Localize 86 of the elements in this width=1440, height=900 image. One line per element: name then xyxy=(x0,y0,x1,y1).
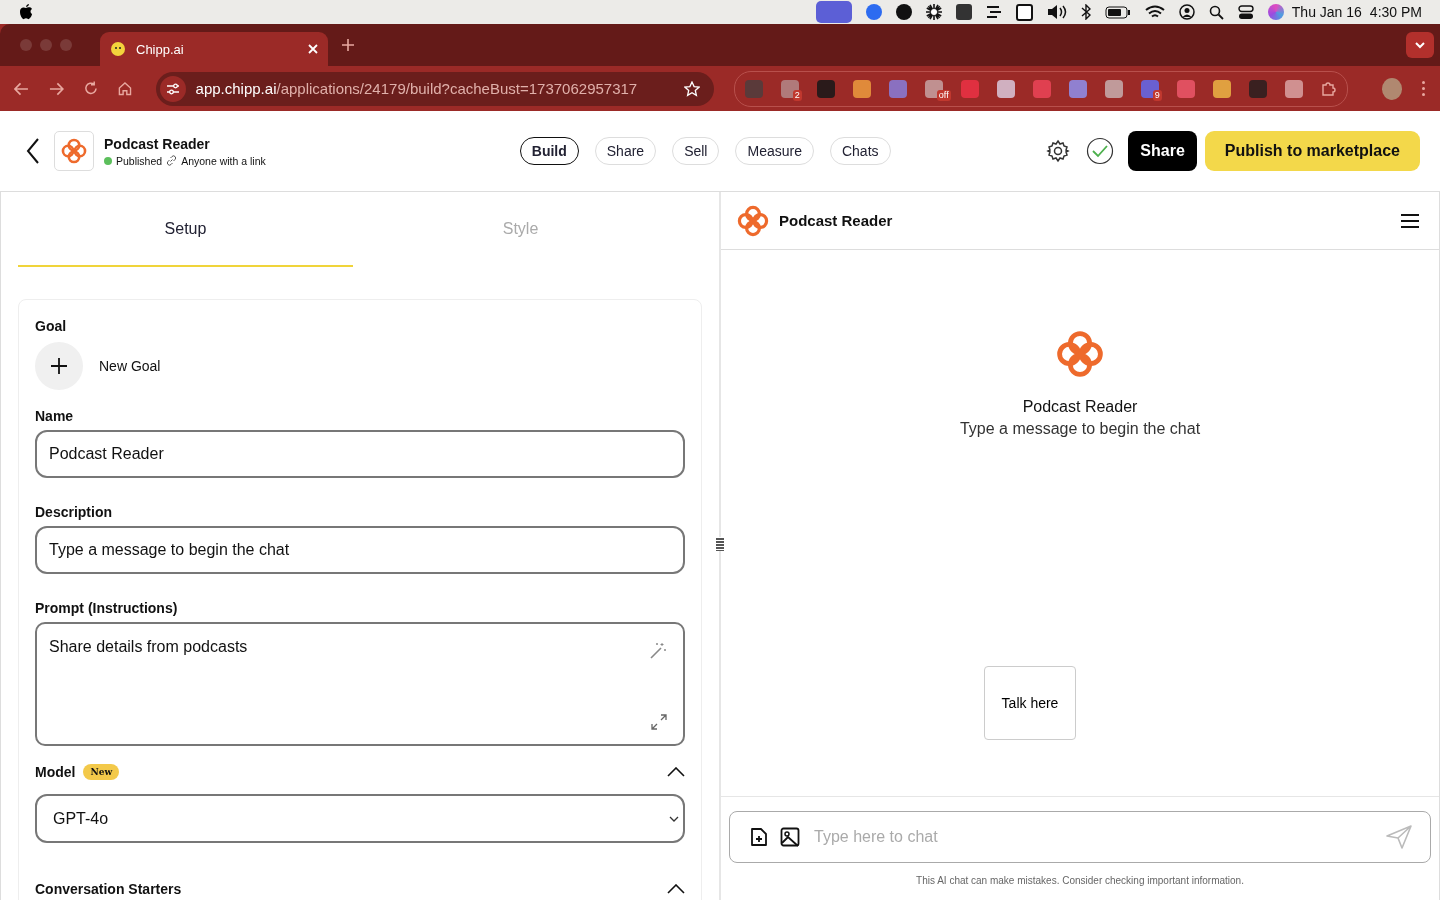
settings-icon[interactable] xyxy=(1046,139,1071,163)
setup-style-tab[interactable]: Setup xyxy=(18,192,353,267)
battery-icon[interactable] xyxy=(1104,5,1131,19)
field-label: Description xyxy=(35,504,112,520)
menu-bar-time[interactable]: 4:30 PM xyxy=(1369,4,1422,20)
sparkle-icon[interactable] xyxy=(925,4,942,20)
chevron-down-icon[interactable] xyxy=(1414,41,1426,49)
search-icon[interactable] xyxy=(1208,4,1224,20)
more-menu-icon[interactable] xyxy=(1422,81,1426,96)
address-bar[interactable]: app.chipp.ai/applications/24179/build?cacheBust=1737062957317 xyxy=(155,71,714,106)
checkmark-circle-icon[interactable] xyxy=(1086,137,1115,165)
volume-icon[interactable] xyxy=(1046,4,1067,20)
extension-badge: off xyxy=(936,89,951,101)
resize-handle[interactable] xyxy=(716,537,724,551)
chat-title: Podcast Reader xyxy=(779,212,893,229)
field-label: Name xyxy=(35,408,74,424)
field-label: Goal xyxy=(35,318,68,334)
chat-composer[interactable]: Type here to chat xyxy=(729,811,1431,863)
plus-icon[interactable] xyxy=(50,357,68,375)
collapse-chevron-icon[interactable] xyxy=(667,767,685,777)
site-settings-icon[interactable] xyxy=(159,75,186,102)
welcome-title: Podcast Reader xyxy=(1022,398,1138,416)
add-goal-button[interactable] xyxy=(35,342,83,390)
status-label: Published xyxy=(116,154,163,167)
extension-icon[interactable] xyxy=(996,79,1015,98)
text-input-field[interactable]: Type a message to begin the chat xyxy=(35,526,685,574)
menu-bar-date[interactable]: Thu Jan 16 xyxy=(1291,4,1362,20)
nav-tab[interactable]: Build xyxy=(519,137,579,165)
link-icon xyxy=(166,155,178,166)
bluetooth-icon[interactable] xyxy=(1080,4,1091,20)
nav-tab[interactable]: Sell xyxy=(672,137,720,165)
puzzle-piece-icon[interactable] xyxy=(1320,80,1337,97)
back-arrow-icon[interactable] xyxy=(14,81,29,96)
publish-button[interactable]: Publish to marketplace xyxy=(1204,131,1420,171)
flower-logo-icon xyxy=(1056,330,1104,378)
list-icon[interactable] xyxy=(985,5,1002,19)
expand-icon[interactable] xyxy=(651,714,667,730)
close-tab-icon[interactable] xyxy=(308,44,318,54)
disclaimer-text: This AI chat can make mistakes. Consider checking important information. xyxy=(916,875,1244,886)
section-heading: Conversation Starters xyxy=(35,881,182,897)
image-icon[interactable] xyxy=(780,827,800,847)
control-center-icon[interactable] xyxy=(1237,4,1254,20)
nav-tab[interactable]: Share xyxy=(594,137,657,165)
reload-icon[interactable] xyxy=(83,81,98,96)
welcome-message: Type a message to begin the chat xyxy=(959,420,1201,438)
notion-icon[interactable] xyxy=(1015,3,1033,21)
field-label: Model xyxy=(35,764,76,780)
extension-icon[interactable] xyxy=(1284,79,1303,98)
magic-wand-icon[interactable] xyxy=(649,642,667,660)
field-label: Prompt (Instructions) xyxy=(35,600,178,616)
wifi-icon[interactable] xyxy=(1144,4,1165,20)
extension-icon[interactable] xyxy=(1140,79,1159,98)
apple-logo-icon[interactable] xyxy=(19,4,33,20)
tab-search-button[interactable] xyxy=(1406,32,1434,58)
extension-icon[interactable] xyxy=(852,79,871,98)
menu-icon[interactable] xyxy=(1401,213,1419,228)
extension-badge: 2 xyxy=(792,89,802,101)
model-select[interactable]: GPT-4o xyxy=(35,794,685,843)
share-button[interactable]: Share xyxy=(1128,131,1197,171)
visibility-label: Anyone with a link xyxy=(181,154,266,167)
home-icon[interactable] xyxy=(117,81,132,96)
suggestion-chip[interactable]: Talk here xyxy=(984,666,1076,740)
extension-badge: 9 xyxy=(1152,89,1162,101)
extension-icon[interactable] xyxy=(1212,79,1231,98)
prompt-textarea[interactable]: Share details from podcasts xyxy=(35,622,685,746)
bookmark-star-icon[interactable] xyxy=(683,80,700,97)
user-icon[interactable] xyxy=(1178,4,1195,20)
attach-file-icon[interactable] xyxy=(750,827,768,847)
back-chevron-icon[interactable] xyxy=(26,138,40,164)
nav-tab[interactable]: Measure xyxy=(735,137,814,165)
app-name: Podcast Reader xyxy=(104,135,211,152)
new-goal-label[interactable]: New Goal xyxy=(99,358,161,374)
text-input-field[interactable]: Podcast Reader xyxy=(35,430,685,478)
flower-logo-icon xyxy=(61,138,87,164)
extension-icon[interactable] xyxy=(1104,79,1123,98)
new-tab-icon[interactable] xyxy=(342,39,354,51)
dropdown-caret-icon[interactable] xyxy=(669,815,679,822)
flower-logo-icon xyxy=(737,204,769,237)
browser-tab[interactable]: Chipp.ai xyxy=(100,32,328,66)
nav-tab[interactable]: Chats xyxy=(829,137,891,165)
collapse-chevron-icon[interactable] xyxy=(667,884,685,894)
published-status-dot xyxy=(104,156,112,165)
smiley-favicon-icon xyxy=(110,41,126,57)
forward-arrow-icon[interactable] xyxy=(48,81,64,96)
extension-icon[interactable] xyxy=(780,79,799,98)
new-badge: New xyxy=(83,764,120,780)
